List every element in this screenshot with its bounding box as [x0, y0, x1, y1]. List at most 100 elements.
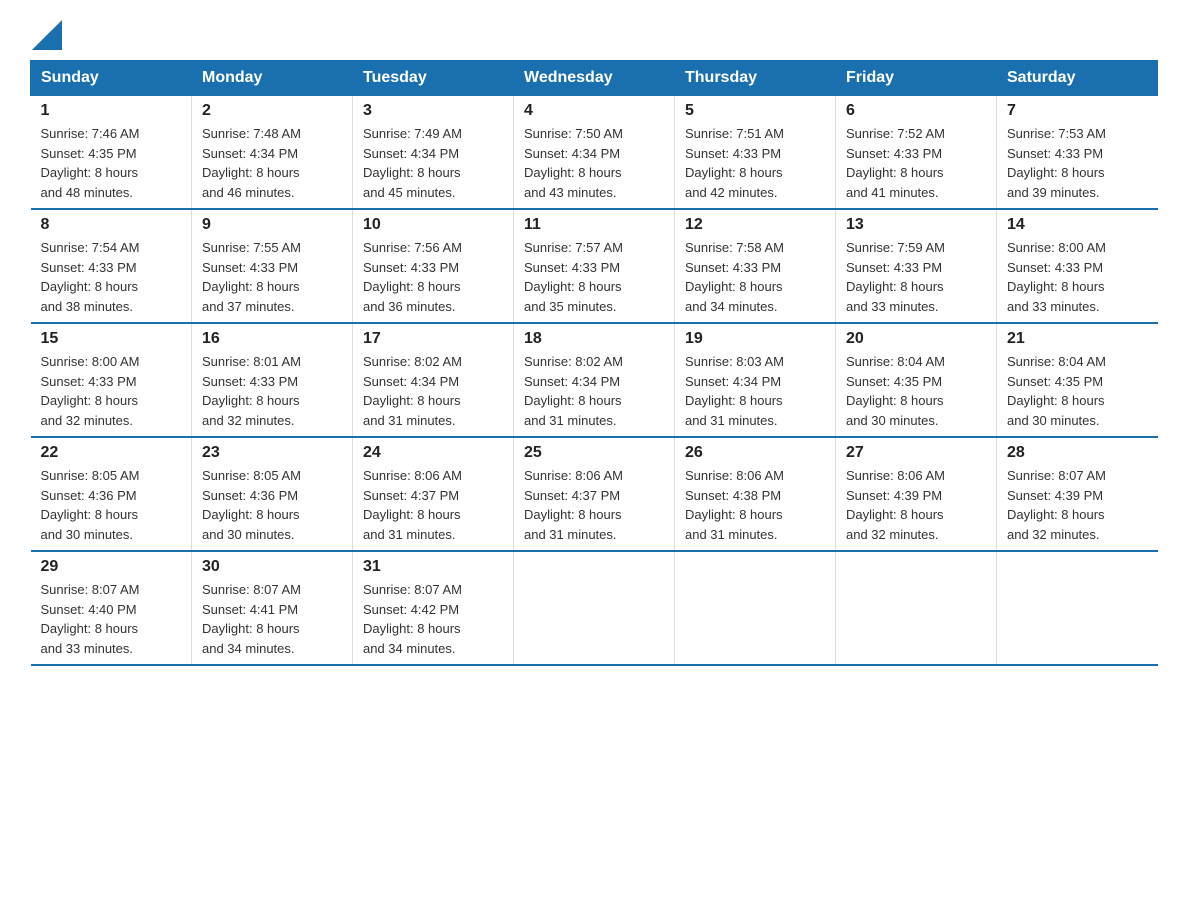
day-number: 4	[524, 102, 664, 120]
calendar-cell: 26 Sunrise: 8:06 AMSunset: 4:38 PMDaylig…	[675, 437, 836, 551]
day-info: Sunrise: 8:01 AMSunset: 4:33 PMDaylight:…	[202, 354, 301, 428]
calendar-cell	[514, 551, 675, 665]
calendar-cell: 3 Sunrise: 7:49 AMSunset: 4:34 PMDayligh…	[353, 96, 514, 210]
day-info: Sunrise: 8:04 AMSunset: 4:35 PMDaylight:…	[1007, 354, 1106, 428]
day-number: 24	[363, 444, 503, 462]
day-number: 8	[41, 216, 182, 234]
calendar-cell: 19 Sunrise: 8:03 AMSunset: 4:34 PMDaylig…	[675, 323, 836, 437]
day-number: 25	[524, 444, 664, 462]
day-info: Sunrise: 8:06 AMSunset: 4:38 PMDaylight:…	[685, 468, 784, 542]
day-number: 27	[846, 444, 986, 462]
calendar-table: Sunday Monday Tuesday Wednesday Thursday…	[30, 60, 1158, 666]
day-number: 20	[846, 330, 986, 348]
col-wednesday: Wednesday	[514, 61, 675, 96]
day-info: Sunrise: 7:52 AMSunset: 4:33 PMDaylight:…	[846, 126, 945, 200]
day-number: 16	[202, 330, 342, 348]
day-number: 3	[363, 102, 503, 120]
day-number: 17	[363, 330, 503, 348]
day-number: 22	[41, 444, 182, 462]
calendar-week-row: 8 Sunrise: 7:54 AMSunset: 4:33 PMDayligh…	[31, 209, 1158, 323]
day-number: 30	[202, 558, 342, 576]
day-number: 29	[41, 558, 182, 576]
calendar-cell: 21 Sunrise: 8:04 AMSunset: 4:35 PMDaylig…	[997, 323, 1158, 437]
calendar-cell: 16 Sunrise: 8:01 AMSunset: 4:33 PMDaylig…	[192, 323, 353, 437]
day-info: Sunrise: 8:07 AMSunset: 4:41 PMDaylight:…	[202, 582, 301, 656]
day-number: 13	[846, 216, 986, 234]
day-number: 15	[41, 330, 182, 348]
calendar-cell: 13 Sunrise: 7:59 AMSunset: 4:33 PMDaylig…	[836, 209, 997, 323]
calendar-cell: 8 Sunrise: 7:54 AMSunset: 4:33 PMDayligh…	[31, 209, 192, 323]
calendar-cell	[836, 551, 997, 665]
day-info: Sunrise: 7:55 AMSunset: 4:33 PMDaylight:…	[202, 240, 301, 314]
calendar-cell: 29 Sunrise: 8:07 AMSunset: 4:40 PMDaylig…	[31, 551, 192, 665]
day-info: Sunrise: 8:07 AMSunset: 4:42 PMDaylight:…	[363, 582, 462, 656]
col-sunday: Sunday	[31, 61, 192, 96]
day-info: Sunrise: 8:06 AMSunset: 4:37 PMDaylight:…	[363, 468, 462, 542]
day-info: Sunrise: 7:57 AMSunset: 4:33 PMDaylight:…	[524, 240, 623, 314]
calendar-week-row: 22 Sunrise: 8:05 AMSunset: 4:36 PMDaylig…	[31, 437, 1158, 551]
day-info: Sunrise: 8:07 AMSunset: 4:40 PMDaylight:…	[41, 582, 140, 656]
day-info: Sunrise: 7:53 AMSunset: 4:33 PMDaylight:…	[1007, 126, 1106, 200]
day-number: 21	[1007, 330, 1148, 348]
calendar-cell: 12 Sunrise: 7:58 AMSunset: 4:33 PMDaylig…	[675, 209, 836, 323]
day-number: 14	[1007, 216, 1148, 234]
day-info: Sunrise: 7:58 AMSunset: 4:33 PMDaylight:…	[685, 240, 784, 314]
day-info: Sunrise: 8:00 AMSunset: 4:33 PMDaylight:…	[1007, 240, 1106, 314]
calendar-week-row: 15 Sunrise: 8:00 AMSunset: 4:33 PMDaylig…	[31, 323, 1158, 437]
logo-icon	[32, 20, 62, 50]
day-number: 1	[41, 102, 182, 120]
day-info: Sunrise: 8:06 AMSunset: 4:37 PMDaylight:…	[524, 468, 623, 542]
calendar-week-row: 1 Sunrise: 7:46 AMSunset: 4:35 PMDayligh…	[31, 96, 1158, 210]
calendar-cell: 2 Sunrise: 7:48 AMSunset: 4:34 PMDayligh…	[192, 96, 353, 210]
calendar-cell: 24 Sunrise: 8:06 AMSunset: 4:37 PMDaylig…	[353, 437, 514, 551]
col-monday: Monday	[192, 61, 353, 96]
day-number: 2	[202, 102, 342, 120]
day-number: 18	[524, 330, 664, 348]
day-info: Sunrise: 8:07 AMSunset: 4:39 PMDaylight:…	[1007, 468, 1106, 542]
day-info: Sunrise: 7:50 AMSunset: 4:34 PMDaylight:…	[524, 126, 623, 200]
day-info: Sunrise: 8:05 AMSunset: 4:36 PMDaylight:…	[41, 468, 140, 542]
day-number: 10	[363, 216, 503, 234]
day-number: 9	[202, 216, 342, 234]
calendar-cell: 11 Sunrise: 7:57 AMSunset: 4:33 PMDaylig…	[514, 209, 675, 323]
day-info: Sunrise: 7:54 AMSunset: 4:33 PMDaylight:…	[41, 240, 140, 314]
calendar-cell: 14 Sunrise: 8:00 AMSunset: 4:33 PMDaylig…	[997, 209, 1158, 323]
calendar-cell: 30 Sunrise: 8:07 AMSunset: 4:41 PMDaylig…	[192, 551, 353, 665]
day-info: Sunrise: 7:46 AMSunset: 4:35 PMDaylight:…	[41, 126, 140, 200]
day-info: Sunrise: 8:02 AMSunset: 4:34 PMDaylight:…	[363, 354, 462, 428]
calendar-cell: 4 Sunrise: 7:50 AMSunset: 4:34 PMDayligh…	[514, 96, 675, 210]
day-number: 6	[846, 102, 986, 120]
day-info: Sunrise: 7:51 AMSunset: 4:33 PMDaylight:…	[685, 126, 784, 200]
calendar-cell: 17 Sunrise: 8:02 AMSunset: 4:34 PMDaylig…	[353, 323, 514, 437]
logo	[30, 20, 64, 50]
day-info: Sunrise: 7:48 AMSunset: 4:34 PMDaylight:…	[202, 126, 301, 200]
day-info: Sunrise: 8:05 AMSunset: 4:36 PMDaylight:…	[202, 468, 301, 542]
col-friday: Friday	[836, 61, 997, 96]
col-tuesday: Tuesday	[353, 61, 514, 96]
day-info: Sunrise: 7:59 AMSunset: 4:33 PMDaylight:…	[846, 240, 945, 314]
calendar-header-row: Sunday Monday Tuesday Wednesday Thursday…	[31, 61, 1158, 96]
day-info: Sunrise: 8:04 AMSunset: 4:35 PMDaylight:…	[846, 354, 945, 428]
calendar-cell: 25 Sunrise: 8:06 AMSunset: 4:37 PMDaylig…	[514, 437, 675, 551]
calendar-cell: 22 Sunrise: 8:05 AMSunset: 4:36 PMDaylig…	[31, 437, 192, 551]
col-thursday: Thursday	[675, 61, 836, 96]
calendar-cell: 6 Sunrise: 7:52 AMSunset: 4:33 PMDayligh…	[836, 96, 997, 210]
calendar-cell: 27 Sunrise: 8:06 AMSunset: 4:39 PMDaylig…	[836, 437, 997, 551]
calendar-cell: 18 Sunrise: 8:02 AMSunset: 4:34 PMDaylig…	[514, 323, 675, 437]
day-number: 11	[524, 216, 664, 234]
day-number: 26	[685, 444, 825, 462]
calendar-cell: 9 Sunrise: 7:55 AMSunset: 4:33 PMDayligh…	[192, 209, 353, 323]
day-info: Sunrise: 8:03 AMSunset: 4:34 PMDaylight:…	[685, 354, 784, 428]
calendar-cell: 28 Sunrise: 8:07 AMSunset: 4:39 PMDaylig…	[997, 437, 1158, 551]
calendar-cell: 1 Sunrise: 7:46 AMSunset: 4:35 PMDayligh…	[31, 96, 192, 210]
day-info: Sunrise: 8:06 AMSunset: 4:39 PMDaylight:…	[846, 468, 945, 542]
calendar-cell	[997, 551, 1158, 665]
day-number: 19	[685, 330, 825, 348]
calendar-cell: 15 Sunrise: 8:00 AMSunset: 4:33 PMDaylig…	[31, 323, 192, 437]
calendar-cell: 10 Sunrise: 7:56 AMSunset: 4:33 PMDaylig…	[353, 209, 514, 323]
calendar-cell: 31 Sunrise: 8:07 AMSunset: 4:42 PMDaylig…	[353, 551, 514, 665]
day-number: 7	[1007, 102, 1148, 120]
day-info: Sunrise: 7:56 AMSunset: 4:33 PMDaylight:…	[363, 240, 462, 314]
day-info: Sunrise: 7:49 AMSunset: 4:34 PMDaylight:…	[363, 126, 462, 200]
calendar-cell: 7 Sunrise: 7:53 AMSunset: 4:33 PMDayligh…	[997, 96, 1158, 210]
